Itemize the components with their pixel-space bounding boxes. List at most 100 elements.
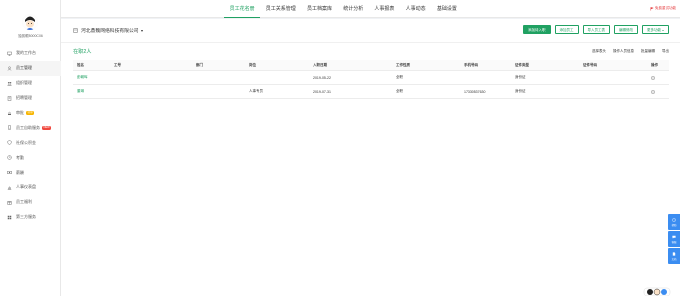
stamp-icon [6,111,12,116]
row-action-icon[interactable] [651,75,655,80]
list-tool-1[interactable]: 操作人员信息 [613,49,634,54]
sidebar-item-9[interactable]: 人事仪表盘 [0,180,61,195]
doc-icon [672,251,676,256]
row-action-icon[interactable] [651,89,655,94]
cell-date: 2019-05-22 [313,75,331,80]
sidebar-item-label: 薪酬 [16,169,24,175]
sidebar-item-4[interactable]: 审批 待审 [0,106,61,121]
flag-icon [650,6,654,11]
free-trial-label: 免费重试功能 [655,6,676,10]
employee-name-link[interactable]: 彭朝晖 [77,75,88,80]
sidebar-item-badge: 待审 [26,111,35,115]
import-employee-button[interactable]: 导入员工表 [582,25,610,34]
sidebar-item-5[interactable]: 员工自助服务 NEW [0,120,61,135]
sidebar-item-10[interactable]: 员工福利 [0,195,61,210]
free-trial-link[interactable]: 免费重试功能 [650,6,676,11]
action-buttons: 添加待入职 添加员工 导入员工表 编辑修改 更多功能 [523,25,669,34]
employee-count: 在职2人 [73,49,92,55]
cell-type: 全职 [396,75,403,79]
list-tool-0[interactable]: 选择表头 [592,49,606,54]
sidebar-item-label: 审批 [16,110,24,115]
sidebar-item-label: 我的工作台 [16,50,36,56]
sidebar-item-label: 社保公积金 [16,139,36,145]
sidebar-item-1[interactable]: 员工管理 [0,60,61,76]
cell-name: 彭朝晖 [77,71,88,84]
tab-6[interactable]: 基础设置 [431,0,462,18]
column-header[interactable]: 证件类型 [515,60,529,70]
chat-icon [672,235,676,239]
sidebar-item-3[interactable]: 招聘管理 [0,91,61,106]
cell-post: 人事专员 [249,89,263,93]
sidebar-item-2[interactable]: 组织管理 [0,76,61,91]
column-header[interactable]: 操作 [651,60,658,70]
avatar[interactable] [22,14,38,30]
sidebar-item-0[interactable]: 我的工作台 [0,46,61,61]
add-onboarding-button[interactable]: 添加待入职 [523,25,551,34]
column-header[interactable]: 岗位 [249,60,256,70]
cell-type: 全职 [396,89,403,93]
column-header[interactable]: 手机号码 [464,60,478,70]
cell-operation [651,71,655,84]
company-bar: 河北鼎魏网络科技有限公司 添加待入职 添加员工 导入员工表 编辑修改 更多功能 [61,19,680,42]
sidebar-item-label: 员工自助服务 [16,124,40,130]
people-icon [6,81,12,86]
column-header[interactable]: 部门 [196,60,203,70]
floating-helpers: ? 帮助 客服文档 [668,214,680,265]
employee-table: 姓名 工号 部门 岗位 入职日期 工作性质 手机号码 证件类型 证件号码 操作彭朝晖 2019-05… [73,60,669,99]
column-header[interactable]: 入职日期 [313,60,327,70]
more-functions-label: 更多功能 [647,28,661,32]
company-name: 河北鼎魏网络科技有限公司 [81,29,139,34]
list-tool-2[interactable]: 批量编辑 [641,49,655,54]
sidebar-item-label: 考勤 [16,154,24,160]
sidebar-item-label: 员工管理 [16,65,32,71]
shield-icon [6,140,12,146]
cell-date: 2019-07-31 [313,89,331,94]
sidebar-item-label: 人事仪表盘 [16,184,36,190]
batch-modify-button[interactable]: 编辑修改 [614,25,638,34]
tab-4[interactable]: 人事报表 [369,0,400,18]
book-icon [6,95,12,101]
column-header[interactable]: 证件号码 [583,60,597,70]
sidebar-item-8[interactable]: 薪酬 [0,165,61,180]
grid-icon [6,215,12,220]
cell-phone: 17330537630 [464,89,486,94]
employee-list-panel: 在职2人 选择表头 操作人员信息 批量编辑 导出 姓名 工号 部门 岗位 入职日期 工作性质 手机… [61,42,680,296]
employee-name-link[interactable]: 董琳 [77,89,84,94]
floating-helper-label: 文档 [671,257,677,261]
list-tool-3[interactable]: 导出 [662,49,669,54]
floating-helper-1[interactable]: 客服 [668,231,680,247]
gift-icon [6,200,12,205]
floating-helper-2[interactable]: 文档 [668,248,680,264]
floating-helper-0[interactable]: ? 帮助 [668,214,680,230]
username: 独孤眼8000C06 [18,34,43,38]
sidebar-item-7[interactable]: 考勤 [0,150,61,165]
column-header[interactable]: 工号 [114,60,121,70]
cell-id_type: 身份证 [515,75,526,79]
tab-3[interactable]: 统计分析 [338,0,369,18]
cell-name: 董琳 [77,85,84,98]
user-icon [6,66,12,71]
table-row[interactable]: 彭朝晖 2019-05-22 全职 身份证 [73,71,669,85]
mascot-icon[interactable] [642,284,672,296]
money-icon [6,170,12,175]
sidebar-item-11[interactable]: 第三方服务 [0,210,61,225]
table-row[interactable]: 董琳 人事专员 2019-07-31 全职 17330537630 身份证 [73,85,669,99]
sidebar-item-label: 员工福利 [16,199,32,205]
tab-2[interactable]: 员工档案库 [301,0,337,18]
sidebar-item-6[interactable]: 社保公积金 [0,135,61,150]
list-tools: 选择表头 操作人员信息 批量编辑 导出 [592,49,669,54]
column-header[interactable]: 姓名 [77,60,84,70]
chart-icon [6,185,12,190]
column-header[interactable]: 工作性质 [396,60,410,70]
chevron-down-icon [662,29,664,31]
company-selector[interactable]: 河北鼎魏网络科技有限公司 [73,27,143,34]
sidebar-nav: 我的工作台 员工管理 组织管理 招聘管理 审批 待审 员工自助服务 NEW 社保公积金 考勤 薪酬人… [0,46,61,225]
topbar: 员工花名册 员工关系管理 员工档案库 统计分析 人事报表 人事动态 基础设置 免费重试功能 [61,0,680,18]
tab-0[interactable]: 员工花名册 [224,0,261,18]
add-employee-button[interactable]: 添加员工 [554,25,579,34]
tab-1[interactable]: 员工关系管理 [260,0,301,18]
tab-5[interactable]: 人事动态 [400,0,431,18]
more-functions-button[interactable]: 更多功能 [642,25,669,34]
sidebar-item-badge: NEW [42,126,52,130]
sidebar: 独孤眼8000C06 我的工作台 员工管理 组织管理 招聘管理 审批 待审 员工自助服务 NE… [0,0,61,296]
